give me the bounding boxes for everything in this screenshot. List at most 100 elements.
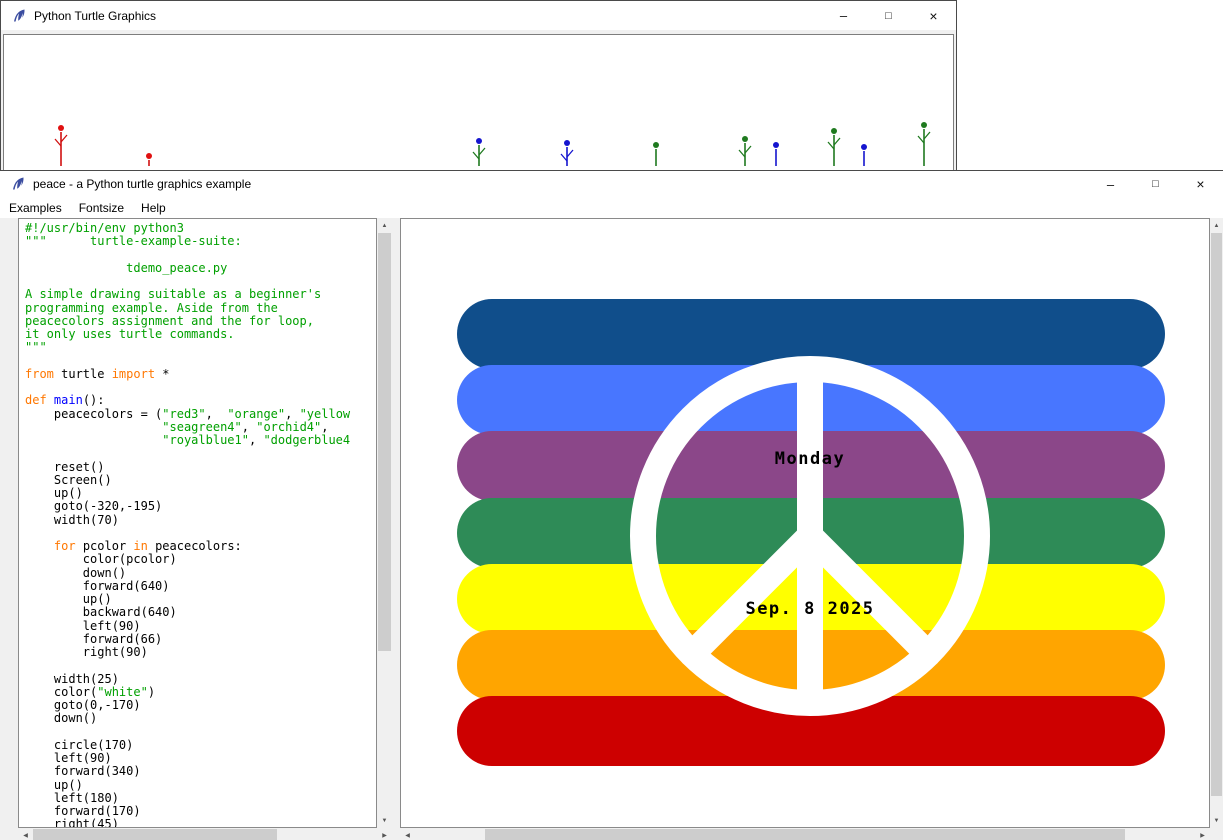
menu-examples[interactable]: Examples: [1, 199, 70, 217]
bottom-scroll-row: ◀ ▶ ◀ ▶: [0, 828, 1223, 840]
code-line: [25, 726, 376, 739]
code-line: circle(170): [25, 739, 376, 752]
code-line: color(pcolor): [25, 553, 376, 566]
code-line: right(45): [25, 818, 376, 828]
main-window: peace - a Python turtle graphics example…: [0, 170, 1223, 839]
code-line: [25, 527, 376, 540]
canvas-horizontal-scrollbar[interactable]: ◀ ▶: [400, 828, 1210, 840]
code-line: "seagreen4", "orchid4",: [25, 421, 376, 434]
scrollbar-track[interactable]: [33, 828, 377, 840]
code-line: programming example. Aside from the: [25, 302, 376, 315]
tk-feather-icon: [11, 8, 27, 24]
source-code[interactable]: #!/usr/bin/env python3""" turtle-example…: [19, 219, 376, 828]
code-line: goto(0,-170): [25, 699, 376, 712]
scrollbar-track[interactable]: [1210, 233, 1223, 813]
code-editor[interactable]: #!/usr/bin/env python3""" turtle-example…: [18, 218, 377, 828]
tk-feather-icon: [10, 176, 26, 192]
code-line: "royalblue1", "dodgerblue4: [25, 434, 376, 447]
code-line: Screen(): [25, 474, 376, 487]
code-line: up(): [25, 779, 376, 792]
code-line: down(): [25, 712, 376, 725]
scrollbar-track[interactable]: [415, 828, 1195, 840]
background-window: Python Turtle Graphics – □ ×: [0, 0, 957, 170]
scroll-left-icon[interactable]: ◀: [18, 828, 33, 840]
viewer-content: #!/usr/bin/env python3""" turtle-example…: [0, 218, 1223, 828]
code-line: A simple drawing suitable as a beginner'…: [25, 288, 376, 301]
code-line: tdemo_peace.py: [25, 262, 376, 275]
code-line: [25, 381, 376, 394]
minimize-button[interactable]: –: [821, 1, 866, 30]
code-line: backward(640): [25, 606, 376, 619]
code-line: forward(66): [25, 633, 376, 646]
code-line: left(90): [25, 752, 376, 765]
scroll-down-icon[interactable]: ▼: [1210, 813, 1223, 828]
code-line: #!/usr/bin/env python3: [25, 222, 376, 235]
code-line: [25, 447, 376, 460]
code-line: [25, 355, 376, 368]
scrollbar-thumb[interactable]: [33, 829, 277, 840]
window-controls: – □ ×: [821, 1, 956, 30]
code-line: up(): [25, 593, 376, 606]
tree-sprig: [473, 138, 485, 166]
tree-sprig: [55, 125, 67, 166]
scrollbar-thumb[interactable]: [485, 829, 1125, 840]
scroll-up-icon[interactable]: ▲: [1210, 218, 1223, 233]
code-line: left(180): [25, 792, 376, 805]
code-horizontal-scrollbar[interactable]: ◀ ▶: [18, 828, 392, 840]
close-button[interactable]: ×: [911, 1, 956, 30]
code-line: left(90): [25, 620, 376, 633]
pane-divider: [392, 218, 400, 828]
menu-help[interactable]: Help: [133, 199, 174, 217]
scroll-right-icon[interactable]: ▶: [377, 828, 392, 840]
code-line: forward(170): [25, 805, 376, 818]
main-window-title: peace - a Python turtle graphics example: [33, 177, 251, 191]
code-line: right(90): [25, 646, 376, 659]
code-line: def main():: [25, 394, 376, 407]
date-label: Sep. 8 2025: [745, 599, 874, 619]
menubar: Examples Fontsize Help: [0, 197, 1223, 218]
left-gutter: [0, 828, 18, 840]
scrollbar-thumb[interactable]: [378, 233, 391, 651]
maximize-button[interactable]: □: [1133, 171, 1178, 197]
minimize-button[interactable]: –: [1088, 171, 1133, 197]
tree-sprig: [828, 128, 840, 166]
code-line: up(): [25, 487, 376, 500]
code-line: width(25): [25, 673, 376, 686]
scroll-down-icon[interactable]: ▼: [377, 813, 392, 828]
code-line: from turtle import *: [25, 368, 376, 381]
background-window-title: Python Turtle Graphics: [34, 9, 156, 23]
peace-drawing: Monday Sep. 8 2025: [401, 219, 1209, 827]
tree-sprig: [653, 142, 659, 166]
tree-sprig: [773, 142, 779, 166]
code-line: [25, 249, 376, 262]
scrollbar-thumb[interactable]: [1211, 233, 1222, 796]
tree-sprig: [861, 144, 867, 166]
tree-sprig: [918, 122, 930, 166]
code-line: it only uses turtle commands.: [25, 328, 376, 341]
weekday-label: Monday: [775, 449, 845, 469]
maximize-button[interactable]: □: [866, 1, 911, 30]
pane-divider: [392, 828, 400, 840]
scrollbar-corner: [1210, 828, 1223, 840]
code-line: """ turtle-example-suite:: [25, 235, 376, 248]
main-window-titlebar[interactable]: peace - a Python turtle graphics example…: [0, 171, 1223, 197]
menu-fontsize[interactable]: Fontsize: [71, 199, 132, 217]
code-line: reset(): [25, 461, 376, 474]
scrollbar-track[interactable]: [377, 233, 392, 813]
code-line: goto(-320,-195): [25, 500, 376, 513]
code-line: forward(340): [25, 765, 376, 778]
canvas-vertical-scrollbar[interactable]: ▲ ▼: [1210, 218, 1223, 828]
scroll-up-icon[interactable]: ▲: [377, 218, 392, 233]
tree-sprig: [146, 153, 152, 166]
scroll-left-icon[interactable]: ◀: [400, 828, 415, 840]
tree-sprigs-drawing: [4, 35, 954, 169]
window-controls: – □ ×: [1088, 171, 1223, 197]
scroll-right-icon[interactable]: ▶: [1195, 828, 1210, 840]
code-line: forward(640): [25, 580, 376, 593]
close-button[interactable]: ×: [1178, 171, 1223, 197]
code-vertical-scrollbar[interactable]: ▲ ▼: [377, 218, 392, 828]
background-window-titlebar[interactable]: Python Turtle Graphics – □ ×: [1, 1, 956, 30]
tree-sprig: [739, 136, 751, 166]
background-turtle-canvas: [3, 34, 954, 170]
code-line: width(70): [25, 514, 376, 527]
